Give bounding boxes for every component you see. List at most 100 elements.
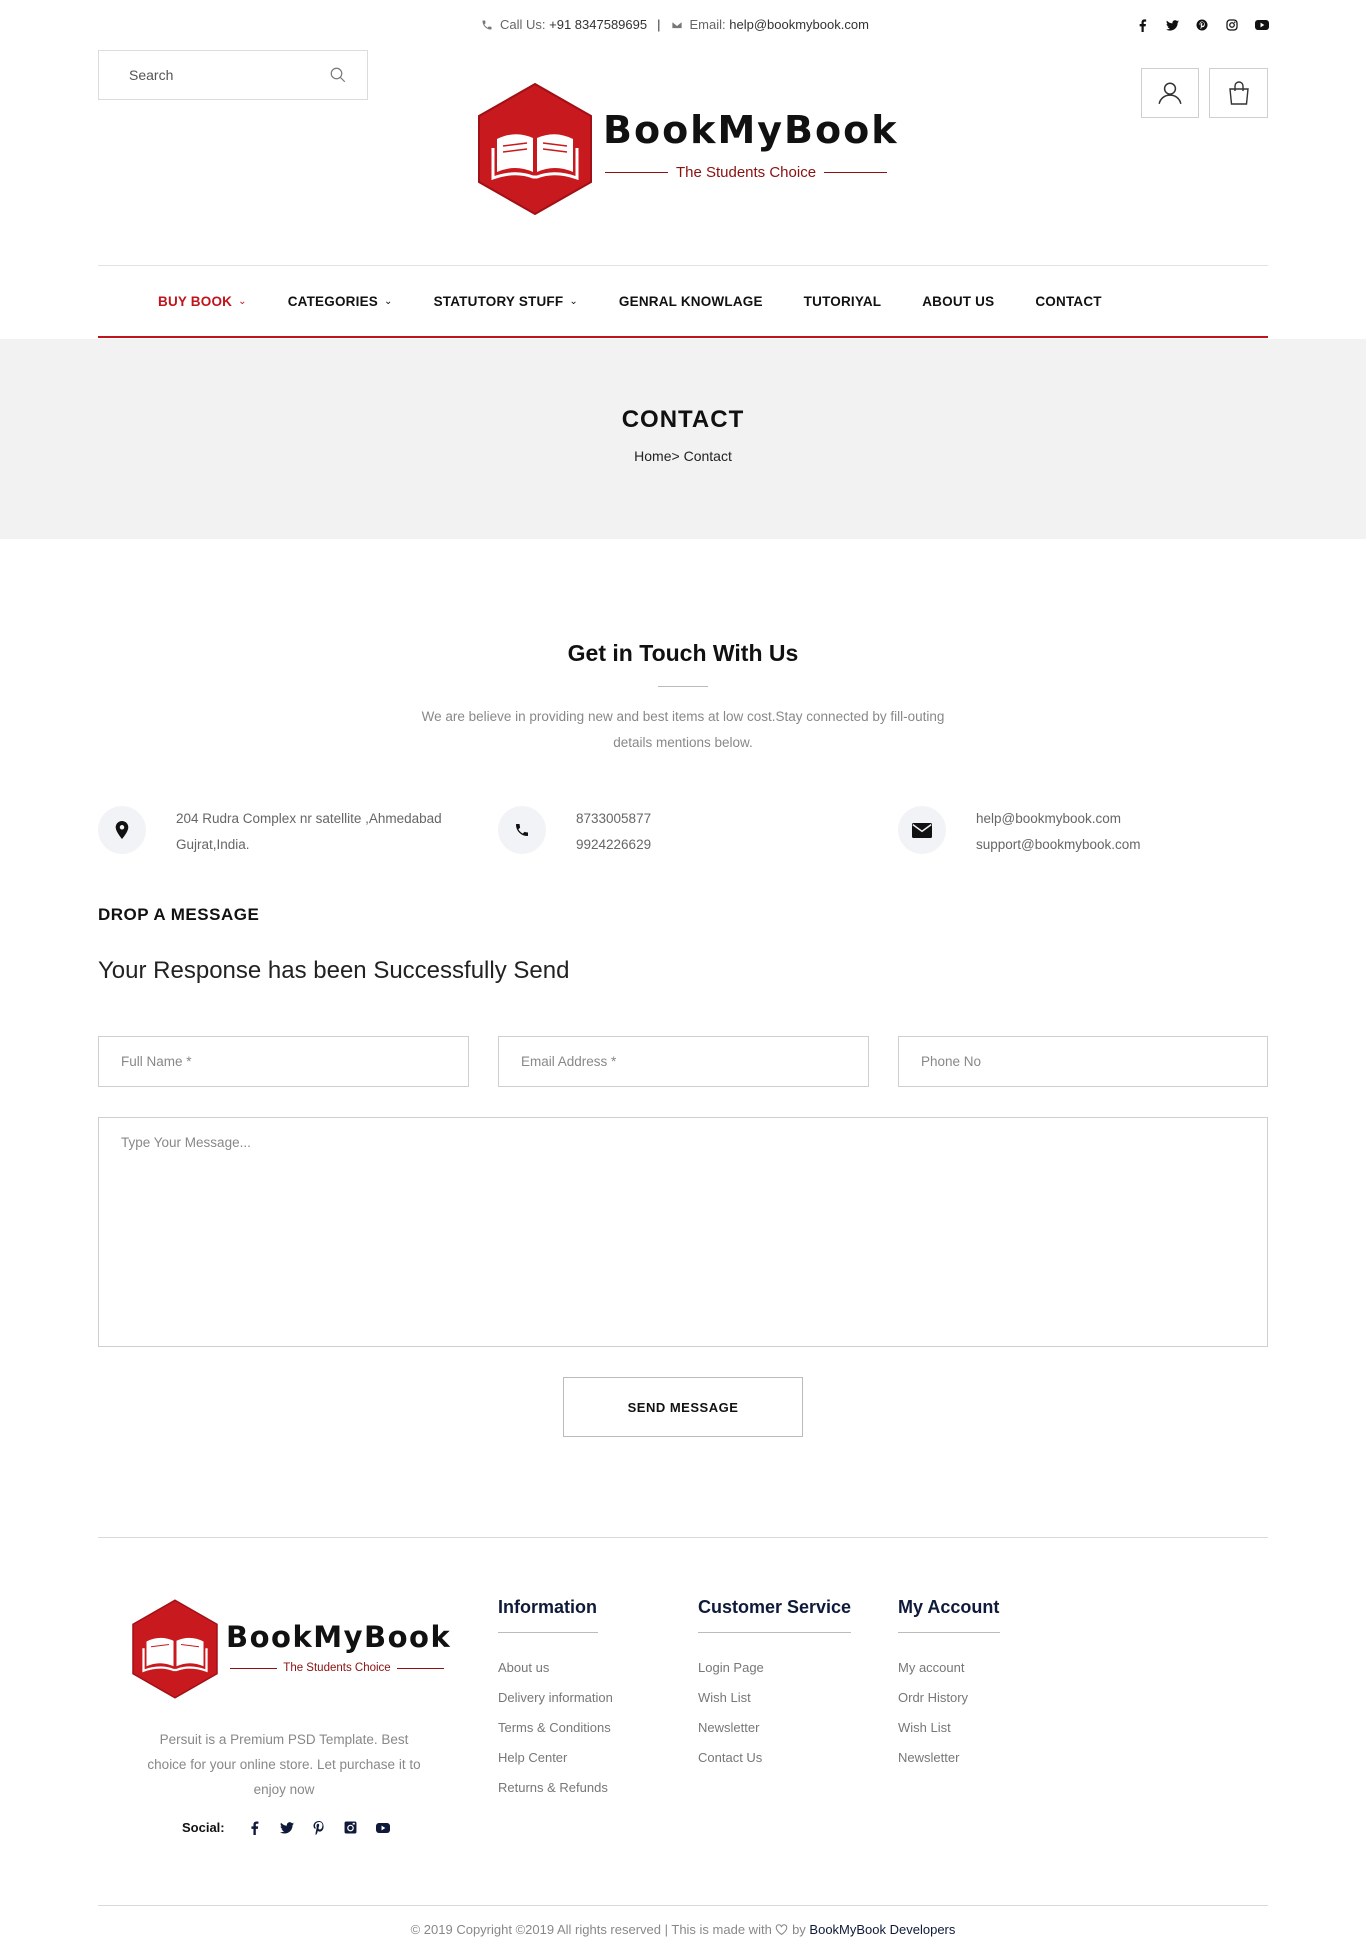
success-message: Your Response has been Successfully Send	[98, 957, 570, 984]
envelope-icon	[671, 20, 682, 29]
section-title: Get in Touch With Us	[567, 640, 799, 666]
nav-item-tutoriyal[interactable]: TUTORIYAL	[804, 294, 882, 309]
footer-link[interactable]: My account	[898, 1653, 1000, 1683]
column-links: About us Delivery information Terms & Co…	[498, 1653, 613, 1803]
facebook-icon[interactable]	[1134, 17, 1150, 33]
top-phone[interactable]: +91 8347589695	[549, 17, 647, 32]
footer-divider-bottom	[98, 1905, 1268, 1906]
pinterest-icon[interactable]	[1194, 17, 1210, 33]
footer-link[interactable]: Login Page	[698, 1653, 851, 1683]
cart-button[interactable]	[1209, 68, 1268, 118]
full-name-input[interactable]	[99, 1037, 468, 1086]
tagline-rule-right	[824, 172, 887, 173]
message-textarea[interactable]	[99, 1118, 1267, 1346]
tagline-rule-left	[605, 172, 668, 173]
twitter-icon[interactable]	[271, 1821, 303, 1834]
top-email[interactable]: help@bookmybook.com	[729, 17, 869, 32]
nav-label: CATEGORIES	[287, 293, 378, 309]
email-address-1[interactable]: help@bookmybook.com	[976, 806, 1141, 832]
youtube-icon[interactable]	[367, 1822, 399, 1833]
main-nav: BUY BOOK ⌄ CATEGORIES ⌄ STATUTORY STUFF ⌄ G…	[98, 265, 1268, 338]
chevron-down-icon: ⌄	[383, 295, 393, 307]
email-input[interactable]	[499, 1037, 868, 1086]
phone-icon	[482, 20, 492, 29]
twitter-icon[interactable]	[1164, 17, 1180, 33]
footer-link[interactable]: Contact Us	[698, 1743, 851, 1773]
nav-label: STATUTORY STUFF	[433, 293, 564, 309]
nav-item-categories[interactable]: CATEGORIES ⌄	[288, 294, 393, 309]
address-text: 204 Rudra Complex nr satellite ,Ahmedaba…	[176, 806, 442, 858]
nav-label: BUY BOOK	[158, 293, 233, 309]
footer-link[interactable]: Delivery information	[498, 1683, 613, 1713]
nav-item-buy-book[interactable]: BUY BOOK ⌄	[158, 294, 247, 309]
social-label: Social:	[182, 1820, 225, 1835]
footer-logo[interactable]: BookMyBook The Students Choice	[130, 1598, 450, 1702]
address-line-1: 204 Rudra Complex nr satellite ,Ahmedaba…	[176, 811, 442, 826]
address-line-2: Gujrat,India.	[176, 837, 250, 852]
footer-divider-top	[98, 1537, 1268, 1538]
youtube-icon[interactable]	[1254, 17, 1270, 33]
footer-link[interactable]: Newsletter	[898, 1743, 1000, 1773]
section-subtitle: We are believe in providing new and best…	[421, 709, 945, 750]
column-links: My account Ordr History Wish List Newsle…	[898, 1653, 1000, 1773]
nav-item-genral-knowlage[interactable]: GENRAL KNOWLAGE	[619, 294, 763, 309]
send-message-button[interactable]: SEND MESSAGE	[563, 1377, 803, 1437]
top-contact-info: Call Us: +91 8347589695 | Email: help@bo…	[481, 17, 869, 32]
site-logo[interactable]: BookMyBook The Students Choice	[475, 82, 899, 216]
divider: |	[657, 17, 661, 32]
footer-brand-tagline: The Students Choice	[230, 1662, 444, 1674]
user-icon	[1158, 82, 1182, 105]
search-box	[98, 50, 368, 100]
footer-link[interactable]: Wish List	[898, 1713, 1000, 1743]
search-input[interactable]	[99, 51, 299, 99]
footer-link[interactable]: About us	[498, 1653, 598, 1683]
copyright-text: © 2019 Copyright ©2019 All rights reserv…	[410, 1922, 772, 1937]
search-icon[interactable]	[329, 66, 347, 84]
footer-link[interactable]: Wish List	[698, 1683, 851, 1713]
footer-link[interactable]: Newsletter	[698, 1713, 851, 1743]
page-title: CONTACT	[621, 406, 745, 433]
full-name-field	[98, 1036, 469, 1087]
column-title: My Account	[898, 1597, 1000, 1617]
column-underline	[898, 1632, 1000, 1633]
footer-link[interactable]: Returns & Refunds	[498, 1773, 608, 1803]
address-block: 204 Rudra Complex nr satellite ,Ahmedaba…	[98, 806, 442, 858]
top-bar: Call Us: +91 8347589695 | Email: help@bo…	[0, 17, 1366, 35]
nav-label: TUTORIYAL	[803, 293, 882, 309]
message-field	[98, 1117, 1268, 1347]
footer-link[interactable]: Ordr History	[898, 1683, 1000, 1713]
email-address-2[interactable]: support@bookmybook.com	[976, 832, 1141, 858]
nav-item-about-us[interactable]: ABOUT US	[922, 294, 994, 309]
phone-number-1[interactable]: 8733005877	[576, 806, 651, 832]
page-banner: CONTACT Home> Contact	[0, 339, 1366, 539]
footer-column-my-account: My Account My account Ordr History Wish …	[898, 1597, 1000, 1773]
instagram-icon[interactable]	[1224, 17, 1240, 33]
account-button[interactable]	[1141, 68, 1199, 118]
tagline-text: The Students Choice	[283, 1662, 391, 1674]
breadcrumb: Home> Contact	[0, 448, 1366, 464]
brand-name: BookMyBook	[603, 108, 899, 152]
facebook-icon[interactable]	[239, 1820, 271, 1835]
footer-brand-name: BookMyBook	[226, 1620, 452, 1654]
column-title: Customer Service	[698, 1597, 852, 1617]
phone-input[interactable]	[899, 1037, 1267, 1086]
footer-column-information: Information About us Delivery informatio…	[498, 1597, 613, 1803]
developer-link[interactable]: BookMyBook Developers	[809, 1922, 955, 1937]
pinterest-icon[interactable]	[303, 1820, 335, 1835]
copyright: © 2019 Copyright ©2019 All rights reserv…	[0, 1922, 1366, 1937]
nav-item-statutory-stuff[interactable]: STATUTORY STUFF ⌄	[434, 294, 578, 309]
nav-label: GENRAL KNOWLAGE	[618, 293, 763, 309]
book-logo-icon	[478, 82, 592, 216]
envelope-icon	[898, 806, 946, 854]
phone-number-2[interactable]: 9924226629	[576, 832, 651, 858]
copyright-by: by	[792, 1922, 806, 1937]
footer-link[interactable]: Help Center	[498, 1743, 598, 1773]
nav-label: ABOUT US	[922, 293, 995, 309]
footer-link[interactable]: Terms & Conditions	[498, 1713, 611, 1743]
email-addresses: help@bookmybook.com support@bookmybook.c…	[976, 806, 1141, 858]
heart-icon	[776, 1924, 788, 1936]
breadcrumb-home[interactable]: Home	[634, 448, 671, 464]
nav-item-contact[interactable]: CONTACT	[1035, 294, 1101, 309]
instagram-icon[interactable]	[335, 1821, 367, 1834]
footer-column-customer-service: Customer Service Login Page Wish List Ne…	[698, 1597, 851, 1773]
